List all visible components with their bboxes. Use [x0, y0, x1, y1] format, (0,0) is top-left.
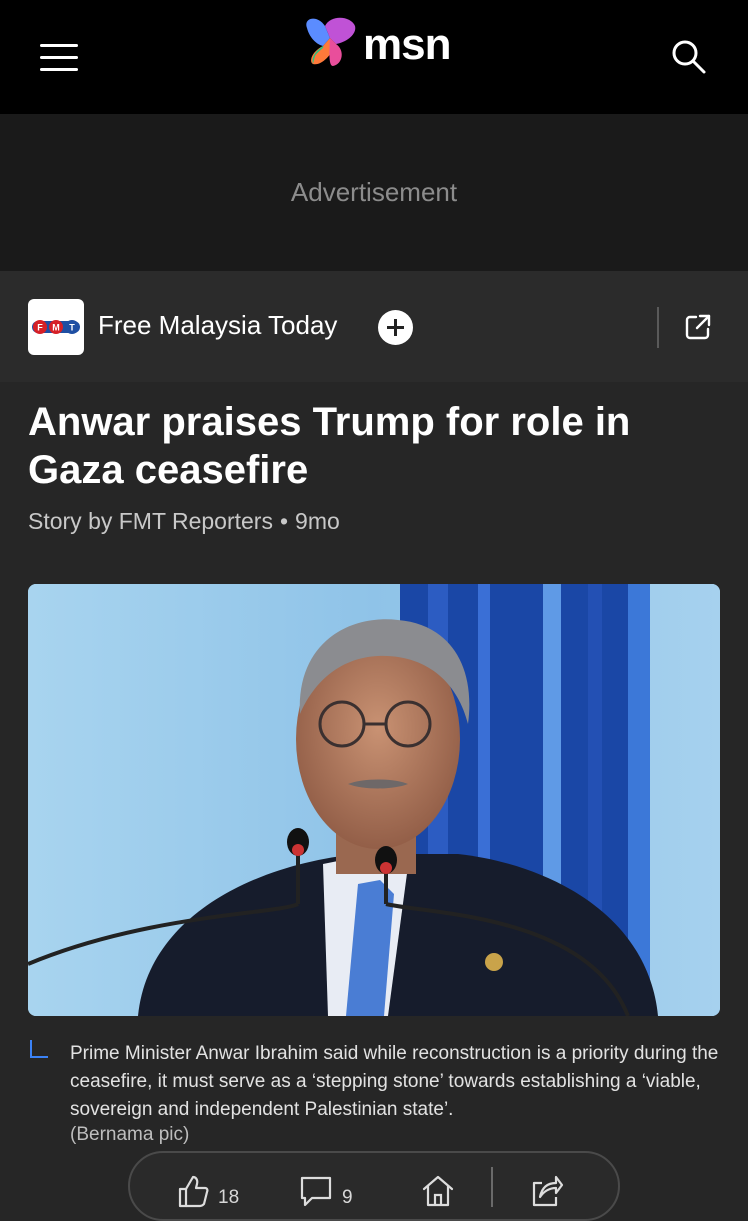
article-title: Anwar praises Trump for role in Gaza cea… [28, 400, 631, 492]
like-count: 18 [218, 1187, 240, 1208]
action-bar-divider [491, 1167, 493, 1207]
hamburger-menu-icon[interactable] [40, 42, 78, 72]
advertisement-label: Advertisement [290, 177, 458, 207]
like-button[interactable]: 18 [176, 1173, 239, 1209]
article-age: 9mo [295, 508, 340, 534]
speaker-photo-illustration [28, 584, 720, 1016]
fmt-logo-icon: F M T [32, 320, 80, 334]
byline-separator: • [279, 508, 289, 534]
home-icon [422, 1175, 454, 1207]
butterfly-logo-icon [306, 17, 356, 66]
author: Story by FMT Reporters [28, 508, 273, 534]
home-button[interactable] [420, 1173, 456, 1207]
share-icon [532, 1175, 564, 1207]
publisher-logo[interactable]: F M T [28, 299, 84, 355]
image-caption: Prime Minister Anwar Ibrahim said while … [70, 1043, 719, 1120]
comment-icon [300, 1176, 332, 1207]
comment-count: 9 [342, 1187, 353, 1208]
msn-logo[interactable]: msn [303, 16, 451, 74]
article-byline: Story by FMT Reporters • 9mo [28, 508, 340, 535]
image-credit: (Bernama pic) [70, 1124, 190, 1145]
brand-name: msn [363, 20, 451, 69]
thumbs-up-icon [178, 1175, 209, 1208]
share-button[interactable] [528, 1173, 564, 1207]
plus-circle-icon[interactable] [378, 310, 413, 345]
comment-button[interactable]: 9 [298, 1173, 353, 1209]
divider [657, 307, 659, 348]
caption-marker [30, 1040, 48, 1058]
svg-text:M: M [52, 323, 60, 333]
article-photo[interactable] [28, 584, 720, 1016]
publisher-name[interactable]: Free Malaysia Today [98, 310, 337, 341]
publisher-bar: F M T Free Malaysia Today [0, 271, 748, 382]
svg-text:T: T [69, 323, 75, 333]
top-navigation-bar: msn [0, 0, 748, 114]
search-icon[interactable] [668, 36, 708, 76]
article-action-bar: 18 9 [128, 1151, 620, 1221]
svg-text:F: F [37, 323, 43, 333]
advertisement-slot[interactable]: Advertisement [0, 114, 748, 271]
open-external-icon[interactable] [684, 313, 712, 341]
